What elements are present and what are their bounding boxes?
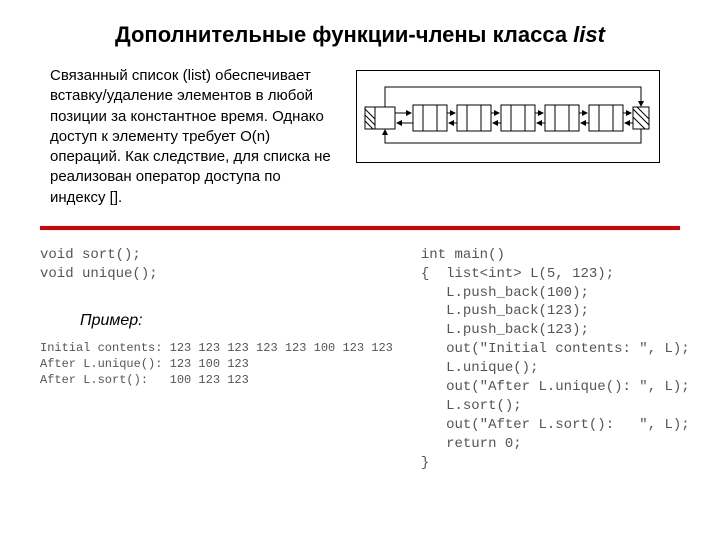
code-signatures: void sort(); void unique();: [40, 246, 393, 284]
example-output: Initial contents: 123 123 123 123 123 10…: [40, 340, 393, 389]
page-title: Дополнительные функции-члены класса list: [0, 0, 720, 48]
title-main: Дополнительные функции-члены класса: [115, 22, 573, 47]
linked-list-svg: [363, 79, 653, 149]
linked-list-diagram: [356, 70, 660, 163]
content-columns: void sort(); void unique(); Пример: Init…: [40, 246, 680, 473]
diagram-wrap: [335, 66, 680, 163]
code-main: int main() { list<int> L(5, 123); L.push…: [421, 246, 690, 473]
title-italic: list: [573, 22, 605, 47]
example-label: Пример:: [80, 312, 393, 330]
right-column: int main() { list<int> L(5, 123); L.push…: [413, 246, 690, 473]
divider-red: [40, 226, 680, 230]
intro-text: Связанный список (list) обеспечивает вст…: [50, 66, 335, 208]
left-column: void sort(); void unique(); Пример: Init…: [40, 246, 393, 473]
intro-row: Связанный список (list) обеспечивает вст…: [0, 66, 720, 208]
